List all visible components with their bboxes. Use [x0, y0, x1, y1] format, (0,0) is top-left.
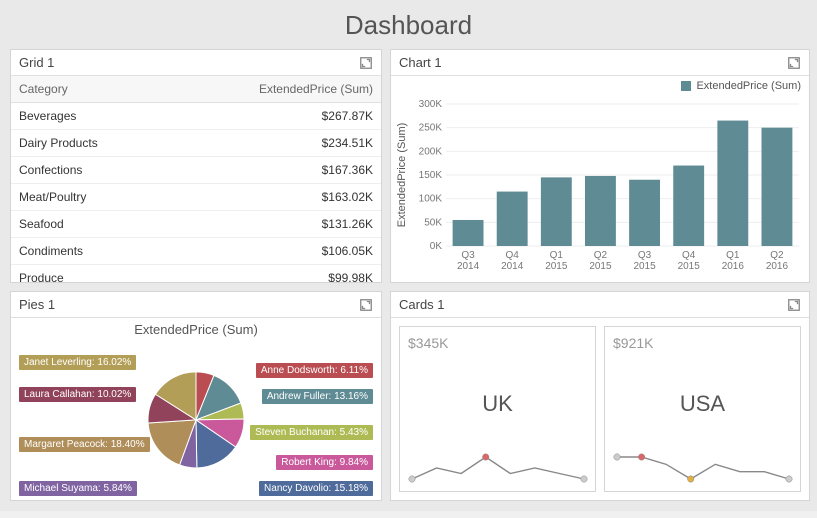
- sparkline: [408, 453, 588, 483]
- maximize-icon[interactable]: [787, 56, 801, 70]
- svg-text:50K: 50K: [424, 217, 442, 228]
- legend-swatch: [681, 81, 691, 91]
- card-value: $345K: [408, 335, 587, 351]
- cell-category: Confections: [11, 157, 167, 184]
- cell-category: Dairy Products: [11, 130, 167, 157]
- table-row[interactable]: Seafood$131.26K: [11, 211, 381, 238]
- table-row[interactable]: Condiments$106.05K: [11, 238, 381, 265]
- cards-panel: Cards 1 $345K UK $921K USA: [390, 291, 810, 501]
- cell-value: $99.98K: [167, 265, 381, 283]
- svg-text:200K: 200K: [419, 146, 443, 157]
- pie-label: Michael Suyama: 5.84%: [19, 481, 137, 496]
- pie-label: Nancy Davolio: 15.18%: [259, 481, 373, 496]
- cell-value: $234.51K: [167, 130, 381, 157]
- grid-title: Grid 1: [19, 55, 54, 70]
- data-grid[interactable]: Category ExtendedPrice (Sum) Beverages$2…: [11, 76, 381, 282]
- grid-col-value[interactable]: ExtendedPrice (Sum): [167, 76, 381, 103]
- bar[interactable]: [761, 128, 792, 246]
- svg-text:Q1: Q1: [550, 250, 564, 261]
- table-row[interactable]: Dairy Products$234.51K: [11, 130, 381, 157]
- legend-label: ExtendedPrice (Sum): [696, 80, 801, 92]
- svg-text:2015: 2015: [589, 261, 612, 272]
- grid-col-category[interactable]: Category: [11, 76, 167, 103]
- bar-chart: 0K 50K 100K 150K 200K 250K 300K ExtendedPrice (…: [391, 76, 809, 282]
- cell-value: $106.05K: [167, 238, 381, 265]
- bar[interactable]: [497, 192, 528, 246]
- cell-value: $267.87K: [167, 103, 381, 130]
- svg-text:Q3: Q3: [638, 250, 652, 261]
- table-row[interactable]: Confections$167.36K: [11, 157, 381, 184]
- pies-title: Pies 1: [19, 297, 55, 312]
- card-value: $921K: [613, 335, 792, 351]
- svg-text:Q2: Q2: [594, 250, 608, 261]
- svg-text:2014: 2014: [501, 261, 524, 272]
- svg-text:100K: 100K: [419, 194, 443, 205]
- svg-text:300K: 300K: [419, 99, 443, 110]
- pies-panel: Pies 1 ExtendedPrice (Sum) Anne Dodswort…: [10, 291, 382, 501]
- maximize-icon[interactable]: [359, 56, 373, 70]
- table-row[interactable]: Meat/Poultry$163.02K: [11, 184, 381, 211]
- card-label: UK: [482, 391, 513, 417]
- pie-label: Laura Callahan: 10.02%: [19, 387, 136, 402]
- cell-category: Seafood: [11, 211, 167, 238]
- svg-text:Q1: Q1: [726, 250, 740, 261]
- cell-value: $167.36K: [167, 157, 381, 184]
- pie-label: Robert King: 9.84%: [276, 455, 373, 470]
- cell-category: Condiments: [11, 238, 167, 265]
- bar[interactable]: [717, 121, 748, 246]
- svg-text:Q3: Q3: [461, 250, 475, 261]
- svg-text:Q2: Q2: [770, 250, 784, 261]
- svg-text:150K: 150K: [419, 170, 443, 181]
- pie-chart: [148, 372, 244, 468]
- pie-label: Margaret Peacock: 18.40%: [19, 437, 150, 452]
- cell-category: Meat/Poultry: [11, 184, 167, 211]
- svg-text:0K: 0K: [430, 241, 443, 252]
- svg-text:Q4: Q4: [682, 250, 696, 261]
- svg-text:2014: 2014: [457, 261, 480, 272]
- pie-label: Steven Buchanan: 5.43%: [250, 425, 373, 440]
- svg-text:Q4: Q4: [506, 250, 520, 261]
- pie-subtitle: ExtendedPrice (Sum): [11, 322, 381, 337]
- chart-panel: Chart 1 ExtendedPrice (Sum) 0K 50K 100K 150…: [390, 49, 810, 283]
- chart-title: Chart 1: [399, 55, 442, 70]
- grid-panel: Grid 1 Category ExtendedPrice (Sum) Beve…: [10, 49, 382, 283]
- pie-label: Anne Dodsworth: 6.11%: [256, 363, 373, 378]
- dashboard-title: Dashboard: [0, 0, 817, 49]
- bar[interactable]: [541, 177, 572, 246]
- svg-text:2015: 2015: [678, 261, 701, 272]
- svg-text:250K: 250K: [419, 123, 443, 134]
- chart-legend: ExtendedPrice (Sum): [681, 80, 801, 92]
- bar[interactable]: [585, 176, 616, 246]
- card[interactable]: $345K UK: [399, 326, 596, 492]
- svg-text:2015: 2015: [545, 261, 568, 272]
- svg-text:ExtendedPrice (Sum): ExtendedPrice (Sum): [396, 123, 408, 228]
- table-row[interactable]: Produce$99.98K: [11, 265, 381, 283]
- pie-label: Janet Leverling: 16.02%: [19, 355, 136, 370]
- maximize-icon[interactable]: [787, 298, 801, 312]
- bar[interactable]: [629, 180, 660, 246]
- svg-text:2015: 2015: [633, 261, 656, 272]
- cell-category: Produce: [11, 265, 167, 283]
- table-row[interactable]: Beverages$267.87K: [11, 103, 381, 130]
- cell-value: $163.02K: [167, 184, 381, 211]
- cell-category: Beverages: [11, 103, 167, 130]
- cell-value: $131.26K: [167, 211, 381, 238]
- svg-text:2016: 2016: [766, 261, 789, 272]
- bar[interactable]: [673, 166, 704, 246]
- bar[interactable]: [453, 220, 484, 246]
- cards-title: Cards 1: [399, 297, 445, 312]
- pie-label: Andrew Fuller: 13.16%: [262, 389, 373, 404]
- card[interactable]: $921K USA: [604, 326, 801, 492]
- svg-text:2016: 2016: [722, 261, 745, 272]
- sparkline: [613, 453, 793, 483]
- maximize-icon[interactable]: [359, 298, 373, 312]
- card-label: USA: [680, 391, 725, 417]
